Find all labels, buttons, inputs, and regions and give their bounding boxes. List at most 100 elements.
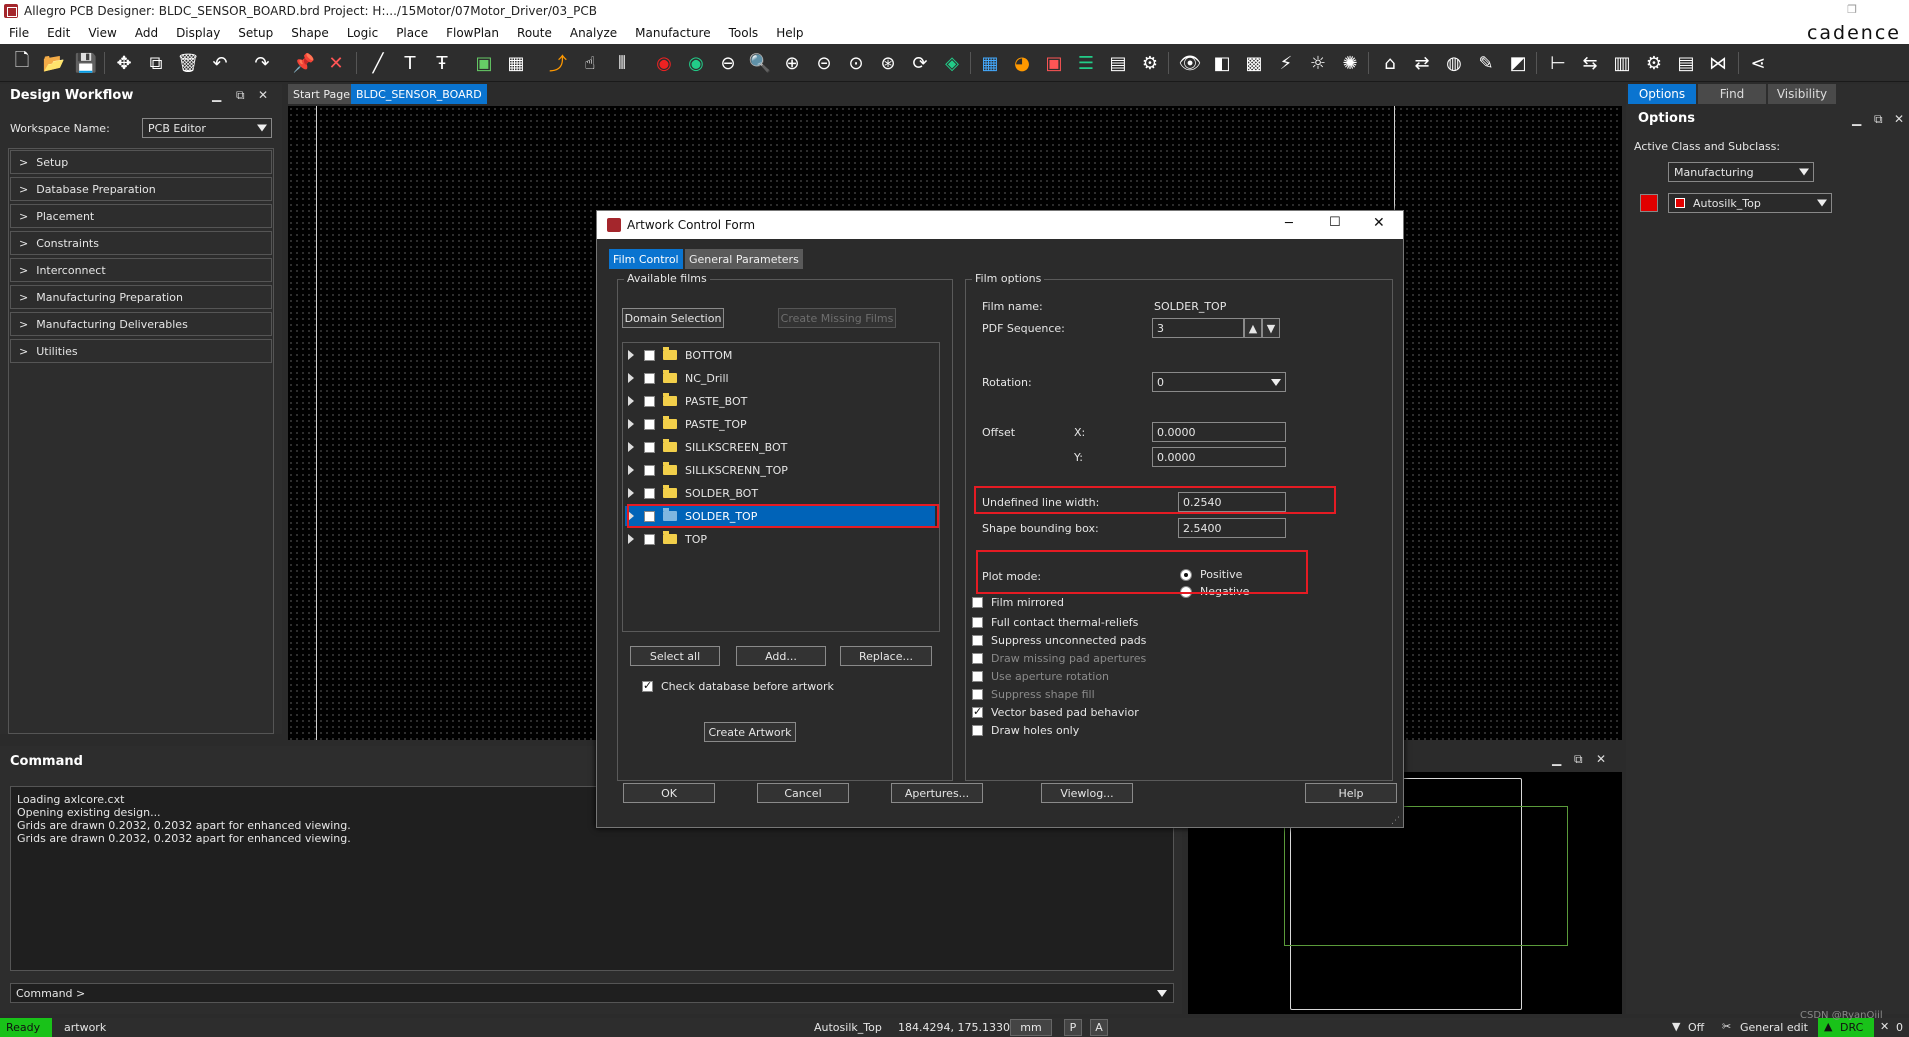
open-folder-icon[interactable]: 📂 [42, 51, 66, 75]
expand-icon[interactable] [628, 534, 634, 544]
workflow-item-manufacturing-deliverables[interactable]: > Manufacturing Deliverables [10, 312, 272, 336]
slide-icon[interactable]: ☝ [578, 51, 602, 75]
film-row-bottom[interactable]: BOTTOM [625, 345, 935, 365]
zoom-world-icon[interactable]: ⊙ [844, 51, 868, 75]
workflow-item-constraints[interactable]: > Constraints [10, 231, 272, 255]
full-contact-thermal-reliefs-checkbox[interactable]: Full contact thermal-reliefs [972, 616, 1138, 629]
script-icon[interactable]: ⚙ [1642, 51, 1666, 75]
film-row-silkscreen-bot[interactable]: SILLKSCREEN_BOT [625, 437, 935, 457]
color-icon[interactable]: ◕ [1010, 51, 1034, 75]
float-icon[interactable]: ⧉ [1874, 112, 1883, 127]
menu-manufacture[interactable]: Manufacture [626, 26, 719, 40]
ok-button[interactable]: OK [623, 783, 715, 803]
minimize-icon[interactable]: ▁ [1552, 752, 1561, 766]
undo-icon[interactable]: ↶ [208, 51, 232, 75]
film-row-silkscreen-top[interactable]: SILLKSCRENN_TOP [625, 460, 935, 480]
settings-file-icon[interactable]: ⚙ [1138, 51, 1162, 75]
expand-icon[interactable] [628, 442, 634, 452]
spin-up-icon[interactable]: ▲ [1244, 318, 1262, 338]
align-icon[interactable]: ⊢ [1546, 51, 1570, 75]
layers-icon[interactable]: ☰ [1074, 51, 1098, 75]
unpin-icon[interactable]: ✕ [324, 51, 348, 75]
menu-flowplan[interactable]: FlowPlan [437, 26, 508, 40]
expand-icon[interactable] [628, 350, 634, 360]
shape-icon[interactable]: ✺ [1338, 51, 1362, 75]
tab-options[interactable]: Options [1628, 84, 1696, 104]
menu-place[interactable]: Place [387, 26, 437, 40]
float-icon[interactable]: ⧉ [236, 88, 245, 103]
film-checkbox[interactable] [644, 487, 655, 499]
highlight-icon[interactable]: ⚡ [1274, 51, 1298, 75]
3d-view-icon[interactable]: ◈ [940, 51, 964, 75]
workflow-item-database-preparation[interactable]: > Database Preparation [10, 177, 272, 201]
filter-icon[interactable]: ▼ [1672, 1020, 1680, 1033]
house-icon[interactable]: ⌂ [1378, 51, 1402, 75]
offset-y-input[interactable]: 0.0000 [1152, 447, 1286, 467]
workflow-item-placement[interactable]: > Placement [10, 204, 272, 228]
fanout-icon[interactable]: ⫴ [610, 51, 634, 75]
bowtie-icon[interactable]: ⋈ [1706, 51, 1730, 75]
new-file-icon[interactable]: 🗋 [10, 50, 34, 75]
connect-icon[interactable]: ⇄ [1410, 51, 1434, 75]
film-row-paste-bot[interactable]: PASTE_BOT [625, 391, 935, 411]
expand-icon[interactable] [628, 465, 634, 475]
p-button[interactable]: P [1064, 1019, 1082, 1036]
edit-icon[interactable]: ✎ [1474, 51, 1498, 75]
create-artwork-button[interactable]: Create Artwork [704, 722, 796, 742]
spin-down-icon[interactable]: ▼ [1262, 318, 1280, 338]
measure-icon[interactable]: ◍ [1442, 51, 1466, 75]
chevron-down-icon[interactable] [1157, 990, 1167, 997]
tab-general-parameters[interactable]: General Parameters [685, 249, 803, 269]
diagonal-icon[interactable]: ◩ [1506, 51, 1530, 75]
menu-add[interactable]: Add [126, 26, 167, 40]
tab-start-page[interactable]: Start Page [288, 84, 355, 104]
save-icon[interactable]: 💾 [74, 51, 98, 75]
chip-icon[interactable]: ▦ [504, 51, 528, 75]
float-icon[interactable]: ⧉ [1574, 752, 1583, 767]
viewlog-button[interactable]: Viewlog... [1041, 783, 1133, 803]
route-icon[interactable]: ⤴ [546, 51, 570, 75]
add-button[interactable]: Add... [736, 646, 826, 666]
subclass-color-swatch[interactable] [1640, 194, 1658, 212]
spreadsheet-icon[interactable]: ▤ [1106, 51, 1130, 75]
resize-grip-icon[interactable]: ⋰ [1391, 816, 1400, 826]
tab-bldc-sensor-board[interactable]: BLDC_SENSOR_BOARD [351, 84, 487, 104]
help-button[interactable]: Help [1305, 783, 1397, 803]
menu-edit[interactable]: Edit [38, 26, 79, 40]
delete-icon[interactable]: 🗑 [176, 51, 200, 75]
minimize-icon[interactable]: ▁ [1852, 112, 1861, 126]
zoom-in-icon[interactable]: ⊕ [780, 51, 804, 75]
pin-icon[interactable]: 📌 [292, 51, 316, 75]
menu-tools[interactable]: Tools [720, 26, 768, 40]
menu-help[interactable]: Help [767, 26, 812, 40]
visibility-icon[interactable]: 👁 [1178, 51, 1202, 75]
workflow-item-manufacturing-preparation[interactable]: > Manufacturing Preparation [10, 285, 272, 309]
zoom-fit-icon[interactable]: 🔍 [748, 51, 772, 75]
film-checkbox[interactable] [644, 441, 655, 453]
zoom-center-icon[interactable]: ⊛ [876, 51, 900, 75]
film-checkbox[interactable] [644, 395, 655, 407]
grid-icon[interactable]: ▦ [978, 51, 1002, 75]
check-database-checkbox[interactable]: Check database before artwork [642, 679, 834, 693]
film-checkbox[interactable] [644, 418, 655, 430]
expand-icon[interactable] [628, 419, 634, 429]
close-icon[interactable]: ✕ [1894, 112, 1904, 126]
film-row-paste-top[interactable]: PASTE_TOP [625, 414, 935, 434]
pdf-sequence-input[interactable]: 3 [1152, 318, 1244, 338]
menu-route[interactable]: Route [508, 26, 561, 40]
replace-button[interactable]: Replace... [840, 646, 932, 666]
share-icon[interactable]: ⋖ [1746, 51, 1770, 75]
add-text-icon[interactable]: T [398, 51, 422, 75]
film-checkbox[interactable] [644, 464, 655, 476]
workflow-item-interconnect[interactable]: > Interconnect [10, 258, 272, 282]
command-input[interactable]: Command > [10, 983, 1174, 1003]
film-checkbox[interactable] [644, 372, 655, 384]
place-component-icon[interactable]: ▣ [472, 51, 496, 75]
menu-display[interactable]: Display [167, 26, 229, 40]
create-missing-films-button[interactable]: Create Missing Films [778, 308, 896, 328]
move-icon[interactable]: ✥ [112, 51, 136, 75]
check-icon[interactable]: ◉ [684, 51, 708, 75]
film-row-nc-drill[interactable]: NC_Drill [625, 368, 935, 388]
menu-shape[interactable]: Shape [282, 26, 338, 40]
zoom-out-icon[interactable]: ⊖ [716, 51, 740, 75]
